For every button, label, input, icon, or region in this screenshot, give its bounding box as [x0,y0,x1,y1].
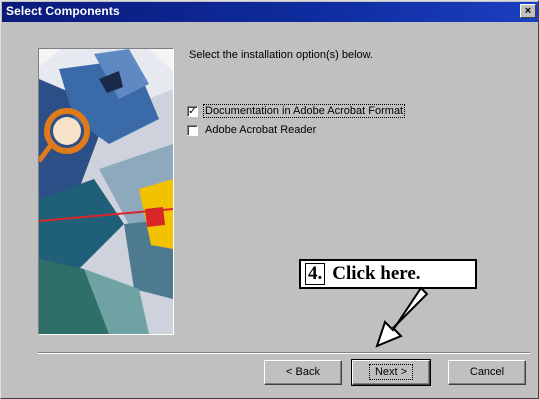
acrobat-reader-checkbox[interactable] [187,124,198,136]
instruction-text: Select the installation option(s) below. [189,49,374,61]
option-acrobat-reader[interactable]: Adobe Acrobat Reader [187,124,317,136]
next-button-label: Next > [368,364,414,380]
acrobat-reader-label[interactable]: Adobe Acrobat Reader [204,124,317,136]
back-button[interactable]: < Back [264,360,342,385]
documentation-checkbox[interactable]: ✓ [187,105,198,117]
back-button-label: < Back [286,366,320,378]
close-button[interactable]: × [520,4,536,18]
title-bar[interactable]: Select Components × [2,2,538,22]
step-callout: 4. Click here. [299,259,477,289]
close-icon: × [524,5,532,17]
arrow-icon [375,286,429,348]
window-title: Select Components [6,4,120,18]
wizard-banner-art [39,49,173,334]
next-button[interactable]: Next > [351,359,431,386]
checkmark-icon: ✓ [188,105,197,117]
button-separator [38,352,530,354]
cancel-button[interactable]: Cancel [448,360,526,385]
wizard-banner-image [38,48,174,335]
callout-step-number: 4. [305,263,326,285]
documentation-label[interactable]: Documentation in Adobe Acrobat Format [202,104,406,118]
select-components-dialog: Select Components × Select the installat… [0,0,539,399]
callout-text: Click here. [332,263,421,284]
option-documentation[interactable]: ✓ Documentation in Adobe Acrobat Format [187,104,406,118]
cancel-button-label: Cancel [469,366,505,378]
